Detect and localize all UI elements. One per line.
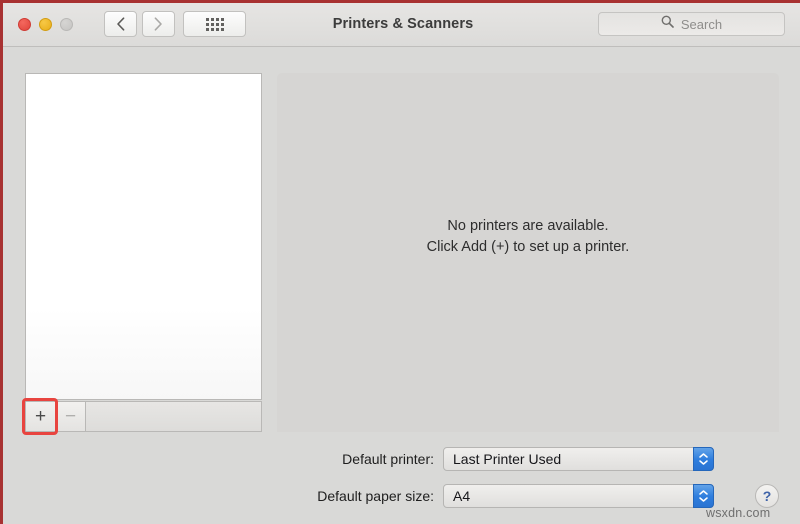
default-printer-label: Default printer: bbox=[342, 451, 434, 467]
window-titlebar: Printers & Scanners Search bbox=[3, 3, 800, 47]
remove-printer-button: − bbox=[55, 401, 85, 432]
search-icon bbox=[661, 15, 674, 33]
default-printer-select[interactable]: Last Printer Used bbox=[443, 447, 714, 471]
default-printer-row: Default printer: Last Printer Used bbox=[283, 447, 714, 471]
default-paper-size-row: Default paper size: A4 bbox=[283, 484, 714, 508]
help-button[interactable]: ? bbox=[755, 484, 779, 508]
empty-state-message: No printers are available. Click Add (+)… bbox=[277, 216, 779, 258]
system-preferences-window: Printers & Scanners Search + − No printe… bbox=[0, 0, 800, 524]
printer-detail-panel: No printers are available. Click Add (+)… bbox=[277, 73, 779, 432]
default-printer-stepper-icon[interactable] bbox=[693, 447, 714, 471]
add-printer-button[interactable]: + bbox=[25, 401, 55, 432]
empty-state-line-2: Click Add (+) to set up a printer. bbox=[426, 239, 630, 255]
default-paper-size-select[interactable]: A4 bbox=[443, 484, 714, 508]
default-paper-size-label: Default paper size: bbox=[317, 488, 434, 504]
default-printer-value: Last Printer Used bbox=[453, 451, 562, 467]
search-input[interactable]: Search bbox=[598, 12, 785, 36]
default-paper-size-value: A4 bbox=[453, 488, 471, 504]
empty-state-line-1: No printers are available. bbox=[447, 218, 609, 234]
toolbar-filler bbox=[85, 401, 262, 432]
default-paper-size-stepper-icon[interactable] bbox=[693, 484, 714, 508]
watermark-text: wsxdn.com bbox=[706, 506, 771, 520]
printer-list-toolbar: + − bbox=[25, 401, 262, 432]
printer-list[interactable] bbox=[25, 73, 262, 400]
search-placeholder: Search bbox=[680, 16, 723, 32]
